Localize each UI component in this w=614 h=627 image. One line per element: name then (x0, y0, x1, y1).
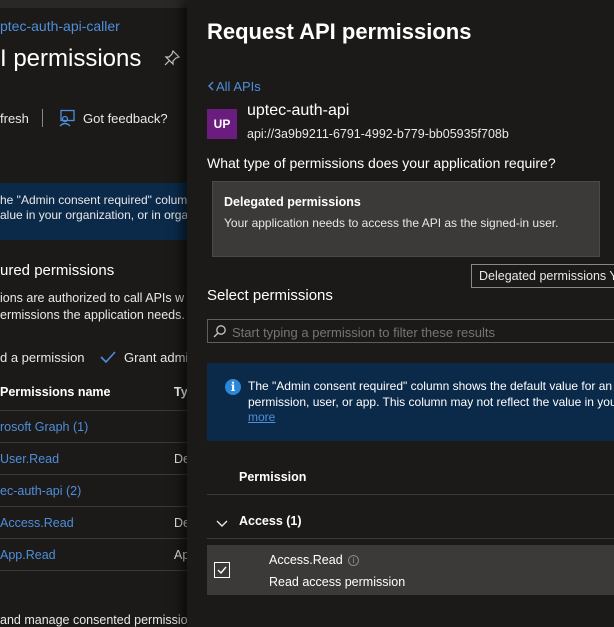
section-desc-line: ions are authorized to call APIs w (0, 291, 185, 305)
permission-name: Access.Read (269, 553, 343, 567)
search-input[interactable] (230, 322, 614, 342)
option-title: Delegated permissions (224, 195, 361, 209)
add-permission-button[interactable]: d a permission (0, 350, 85, 365)
banner-line: he "Admin consent required" colum (0, 193, 188, 207)
section-title: ured permissions (0, 262, 115, 279)
api-uri: api://3a9b9211-6791-4992-b779-bb05935f70… (247, 127, 509, 141)
row-divider (0, 506, 190, 507)
row-divider (0, 570, 190, 571)
row-divider (0, 410, 190, 411)
feedback-icon (58, 109, 76, 132)
info-line: permission, user, or app. This column ma… (248, 395, 614, 409)
permission-row[interactable]: Access.Read i Read access permission (207, 545, 614, 595)
select-permissions-heading: Select permissions (207, 287, 333, 304)
delegated-permissions-option[interactable]: Delegated permissions Your application n… (212, 181, 600, 257)
breadcrumb-app-link[interactable]: ptec-auth-api-caller (0, 18, 120, 34)
row-divider (0, 538, 190, 539)
tooltip: Delegated permissions Yo (471, 264, 614, 288)
info-icon: i (225, 379, 241, 395)
banner-line: alue in your organization, or in orga (0, 208, 189, 222)
table-row[interactable]: Access.Read (0, 516, 74, 530)
checkmark-icon (100, 349, 116, 370)
group-divider (207, 538, 614, 539)
footer-text: and manage consented permissio (0, 613, 188, 627)
consent-banner: he "Admin consent required" colum alue i… (0, 183, 190, 240)
all-apis-label: All APIs (216, 79, 261, 94)
api-tile: UP (207, 109, 237, 139)
col-type: Ty (174, 385, 188, 399)
table-row[interactable]: App.Read (0, 548, 56, 562)
page-title: I permissions (0, 45, 142, 72)
header-divider (207, 494, 614, 495)
section-desc-line: ermissions the application needs. (0, 308, 185, 322)
permission-search[interactable] (207, 319, 614, 343)
table-row-group[interactable]: rosoft Graph (1) (0, 420, 88, 434)
info-line: The "Admin consent required" column show… (248, 379, 613, 393)
request-api-permissions-panel: Request API permissions All APIs UP upte… (187, 0, 614, 627)
api-name: uptec-auth-api (247, 102, 350, 119)
pin-icon[interactable] (164, 49, 181, 70)
option-desc: Your application needs to access the API… (224, 216, 559, 230)
grant-consent-button[interactable]: Grant admi (124, 350, 188, 365)
all-apis-link[interactable]: All APIs (207, 79, 261, 94)
permission-checkbox[interactable] (214, 562, 230, 578)
chevron-down-icon[interactable] (216, 516, 228, 534)
chevron-left-icon (207, 79, 216, 94)
permission-desc: Read access permission (269, 575, 406, 589)
permission-type-question: What type of permissions does your appli… (207, 155, 556, 171)
panel-title: Request API permissions (207, 19, 472, 44)
learn-more-link[interactable]: more (248, 410, 275, 424)
col-permission-name: Permissions name (0, 385, 111, 399)
col-permission: Permission (239, 470, 307, 484)
search-icon (213, 324, 227, 343)
refresh-button[interactable]: fresh (0, 111, 29, 126)
info-banner: i The "Admin consent required" column sh… (207, 363, 614, 441)
row-divider (0, 442, 190, 443)
permission-group-label[interactable]: Access (1) (239, 514, 302, 528)
info-icon[interactable]: i (348, 555, 359, 566)
table-row[interactable]: User.Read (0, 452, 59, 466)
row-divider (0, 474, 190, 475)
toolbar-divider (42, 109, 43, 127)
feedback-button[interactable]: Got feedback? (83, 111, 168, 126)
table-row-group[interactable]: ec-auth-api (2) (0, 484, 81, 498)
